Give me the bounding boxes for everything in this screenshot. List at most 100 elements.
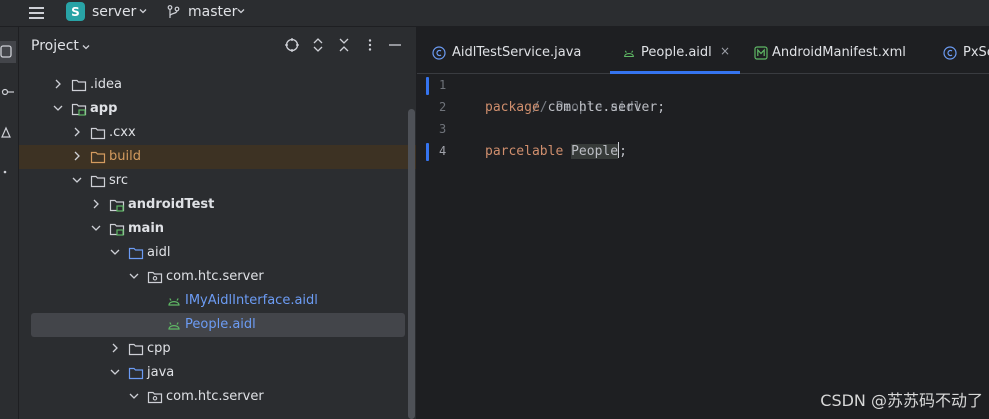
package-icon [147, 269, 163, 285]
tree-item-label: app [90, 101, 118, 116]
package-icon [147, 389, 163, 405]
git-branch-icon[interactable] [166, 4, 182, 24]
folder-icon [128, 341, 144, 357]
more-tools-icon[interactable] [0, 161, 16, 183]
android-icon [166, 317, 182, 333]
manifest-icon [754, 46, 768, 60]
tab-label: AndroidManifest.xml [772, 45, 906, 60]
folder-icon [90, 125, 106, 141]
tab-label: AidlTestService.java [452, 45, 582, 60]
watermark: CSDN @苏苏码不动了 [820, 391, 983, 410]
chevron-down-icon[interactable] [108, 365, 122, 379]
chevron-down-icon[interactable] [127, 269, 141, 283]
tree-item-label: com.htc.server [166, 269, 264, 284]
tree-item-package[interactable]: com.htc.server [19, 385, 416, 409]
hide-panel-icon[interactable] [387, 37, 403, 53]
project-tree-scrollbar[interactable] [408, 109, 415, 419]
code-identifier-highlight: People [571, 144, 619, 159]
tree-item-app[interactable]: app [19, 97, 416, 121]
tree-item-cxx[interactable]: .cxx [19, 121, 416, 145]
tree-item-label: People.aidl [185, 317, 256, 332]
tab-aidltestservice[interactable]: AidlTestService.java [417, 27, 599, 73]
tree-item-package[interactable]: com.htc.server [19, 265, 416, 289]
project-panel-header: Project [19, 27, 416, 63]
project-tool-icon[interactable] [0, 41, 16, 63]
collapse-all-icon[interactable] [336, 37, 352, 53]
tab-androidmanifest[interactable]: AndroidManifest.xml [750, 27, 930, 73]
tool-window-strip [0, 27, 19, 419]
vcs-change-marker[interactable] [426, 143, 429, 161]
chevron-right-icon[interactable] [108, 341, 122, 355]
source-folder-icon [128, 365, 144, 381]
tab-pxse[interactable]: PxSe [943, 27, 989, 73]
expand-all-icon[interactable] [310, 37, 326, 53]
chevron-right-icon[interactable] [51, 77, 65, 91]
folder-icon [71, 77, 87, 93]
code-line: package com.htc.server; [485, 97, 665, 119]
project-switcher[interactable]: server [92, 4, 136, 20]
chevron-down-icon[interactable] [127, 389, 141, 403]
tree-item-cpp[interactable]: cpp [19, 337, 416, 361]
excluded-folder-icon [90, 149, 106, 165]
gutter-line: 3 [417, 119, 477, 141]
class-icon [432, 46, 446, 60]
structure-tool-icon[interactable] [0, 121, 16, 143]
main-menu-icon[interactable] [27, 4, 47, 22]
chevron-down-icon[interactable] [108, 245, 122, 259]
tab-label: PxSe [963, 45, 989, 60]
chevron-down-icon[interactable] [89, 221, 103, 235]
editor-area: AidlTestService.java People.aidl × Andro… [417, 27, 989, 419]
project-view-selector[interactable]: Project [31, 38, 79, 54]
code-keyword: parcelable [485, 144, 564, 159]
line-number-gutter: 1 2 3 4 [417, 73, 477, 419]
tree-item-idea[interactable]: .idea [19, 73, 416, 97]
module-folder-icon [71, 101, 87, 117]
gutter-line: 1 [417, 75, 477, 97]
tree-item-aidl[interactable]: aidl [19, 241, 416, 265]
tree-item-androidtest[interactable]: androidTest [19, 193, 416, 217]
source-root-icon [109, 221, 125, 237]
commit-tool-icon[interactable] [0, 81, 16, 103]
tree-item-src[interactable]: src [19, 169, 416, 193]
code-line: // People.aidl [485, 75, 642, 115]
tree-item-label: src [109, 173, 128, 188]
chevron-right-icon[interactable] [70, 149, 84, 163]
options-menu-icon[interactable] [362, 37, 378, 53]
chevron-right-icon[interactable] [89, 197, 103, 211]
chevron-down-icon[interactable] [236, 6, 246, 19]
line-number: 4 [439, 144, 447, 158]
tree-item-label: IMyAidlInterface.aidl [185, 293, 318, 308]
gutter-line: 4 [417, 141, 477, 163]
editor-tab-bar: AidlTestService.java People.aidl × Andro… [417, 27, 989, 74]
chevron-down-icon[interactable] [70, 173, 84, 187]
tree-item-people-aidl[interactable]: People.aidl [31, 313, 405, 337]
chevron-down-icon[interactable] [81, 41, 91, 56]
tree-item-label: .cxx [109, 125, 136, 140]
source-folder-icon [128, 245, 144, 261]
locate-file-icon[interactable] [284, 37, 300, 53]
close-icon[interactable]: × [720, 44, 730, 58]
tab-people-aidl[interactable]: People.aidl × [610, 27, 740, 74]
chevron-down-icon[interactable] [138, 6, 148, 19]
branch-switcher[interactable]: master [188, 4, 237, 20]
active-tab-indicator [610, 71, 740, 74]
tree-item-label: build [109, 149, 141, 164]
tree-item-imyaidlinterface[interactable]: IMyAidlInterface.aidl [19, 289, 416, 313]
vcs-change-marker[interactable] [426, 77, 429, 95]
line-number: 3 [439, 122, 447, 136]
line-number: 2 [439, 100, 447, 114]
folder-icon [90, 173, 106, 189]
line-number: 1 [439, 78, 447, 92]
tree-item-main[interactable]: main [19, 217, 416, 241]
chevron-down-icon[interactable] [51, 101, 65, 115]
project-badge-icon[interactable]: S [66, 2, 85, 21]
tree-item-java[interactable]: java [19, 361, 416, 385]
tree-item-label: main [128, 221, 165, 236]
tree-item-label: com.htc.server [166, 389, 264, 404]
source-root-icon [109, 197, 125, 213]
code-text: com.htc.server; [539, 100, 666, 115]
chevron-right-icon[interactable] [70, 125, 84, 139]
tree-item-build[interactable]: build [19, 145, 416, 169]
tree-item-label: .idea [90, 77, 122, 92]
